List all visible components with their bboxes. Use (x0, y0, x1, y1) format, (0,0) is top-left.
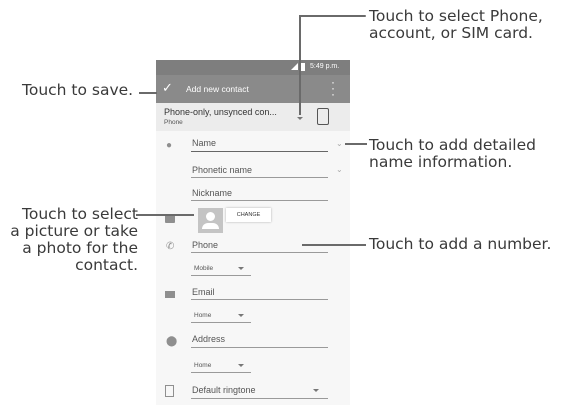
status-bar: 5:49 p.m. (156, 60, 350, 75)
chevron-down-icon[interactable]: ⌄ (336, 139, 343, 148)
callout-detailed-name-line1: Touch to add detailed (369, 136, 536, 154)
account-type: Phone (164, 119, 183, 126)
phone-type-arrow (238, 267, 244, 270)
phone-underline (191, 252, 328, 253)
callout-detailed-name-line2: name information. (369, 153, 513, 171)
leader-line-detailed-name (345, 143, 367, 145)
callout-select-account-line1: Touch to select Phone, (369, 7, 543, 25)
callout-select-account: Touch to select Phone, account, or SIM c… (369, 8, 543, 42)
callout-picture-line4: contact. (75, 256, 138, 274)
toolbar-title: Add new contact (186, 84, 249, 94)
phone-field[interactable]: Phone (192, 240, 218, 250)
phone-screen: 5:49 p.m. ✓ Add new contact · · · Phone-on… (156, 60, 350, 405)
email-type-arrow (238, 314, 244, 317)
address-type-arrow (238, 364, 244, 367)
battery-icon (301, 63, 305, 71)
email-field[interactable]: Email (192, 287, 215, 297)
address-field[interactable]: Address (192, 334, 225, 344)
nickname-field[interactable]: Nickname (192, 188, 232, 198)
app-toolbar: ✓ Add new contact · · · (156, 75, 350, 103)
callout-detailed-name: Touch to add detailed name information. (369, 137, 536, 171)
avatar-body (202, 223, 219, 229)
location-pin-icon: ⬤ (166, 336, 178, 347)
callout-picture-line1: Touch to select (22, 205, 138, 223)
leader-line-save (139, 92, 157, 94)
address-type-underline (191, 372, 251, 373)
callout-save: Touch to save. (22, 81, 134, 99)
leader-line-account-v (299, 15, 301, 115)
callout-picture-line2: a picture or take (10, 222, 138, 240)
leader-line-account-h (300, 15, 366, 17)
person-icon: ● (166, 140, 173, 151)
signal-icon (291, 63, 298, 70)
phonetic-underline (191, 177, 328, 178)
contact-photo[interactable] (198, 208, 223, 233)
callout-picture-line3: a photo for the (22, 239, 138, 257)
email-type-select[interactable]: Home (194, 312, 211, 319)
camera-icon (165, 215, 175, 223)
ringtone-select[interactable]: Default ringtone (192, 385, 256, 395)
name-field[interactable]: Name (192, 138, 216, 148)
callout-add-number: Touch to add a number. (369, 235, 552, 253)
account-selector[interactable]: Phone-only, unsynced con... Phone (156, 103, 350, 131)
address-type-select[interactable]: Home (194, 362, 211, 369)
phone-device-icon (317, 108, 329, 125)
callout-select-account-line2: account, or SIM card. (369, 24, 533, 42)
email-icon (165, 291, 175, 298)
callout-picture: Touch to select a picture or take a phot… (0, 206, 138, 274)
ringtone-arrow (313, 389, 319, 392)
ringtone-icon (165, 385, 174, 397)
phone-type-underline (191, 275, 251, 276)
more-vert-icon[interactable]: · · · (330, 76, 336, 100)
email-underline (191, 299, 328, 300)
email-type-underline (191, 322, 251, 323)
leader-line-picture (136, 214, 194, 216)
phone-type-select[interactable]: Mobile (194, 265, 213, 272)
address-underline (191, 347, 328, 348)
nickname-underline (191, 200, 328, 201)
change-photo-label: CHANGE (236, 212, 261, 218)
leader-line-add-number (302, 244, 366, 246)
phonetic-name-field[interactable]: Phonetic name (192, 165, 252, 175)
name-underline (191, 151, 328, 152)
account-name: Phone-only, unsynced con... (164, 107, 277, 117)
ringtone-underline (191, 398, 328, 399)
change-photo-button[interactable]: CHANGE (226, 208, 271, 222)
status-time: 5:49 p.m. (310, 63, 340, 70)
phone-call-icon: ✆ (166, 241, 175, 252)
avatar-icon (206, 212, 215, 221)
chevron-down-icon[interactable]: ⌄ (336, 165, 343, 174)
account-dropdown-arrow (297, 117, 303, 120)
check-icon[interactable]: ✓ (162, 80, 173, 96)
